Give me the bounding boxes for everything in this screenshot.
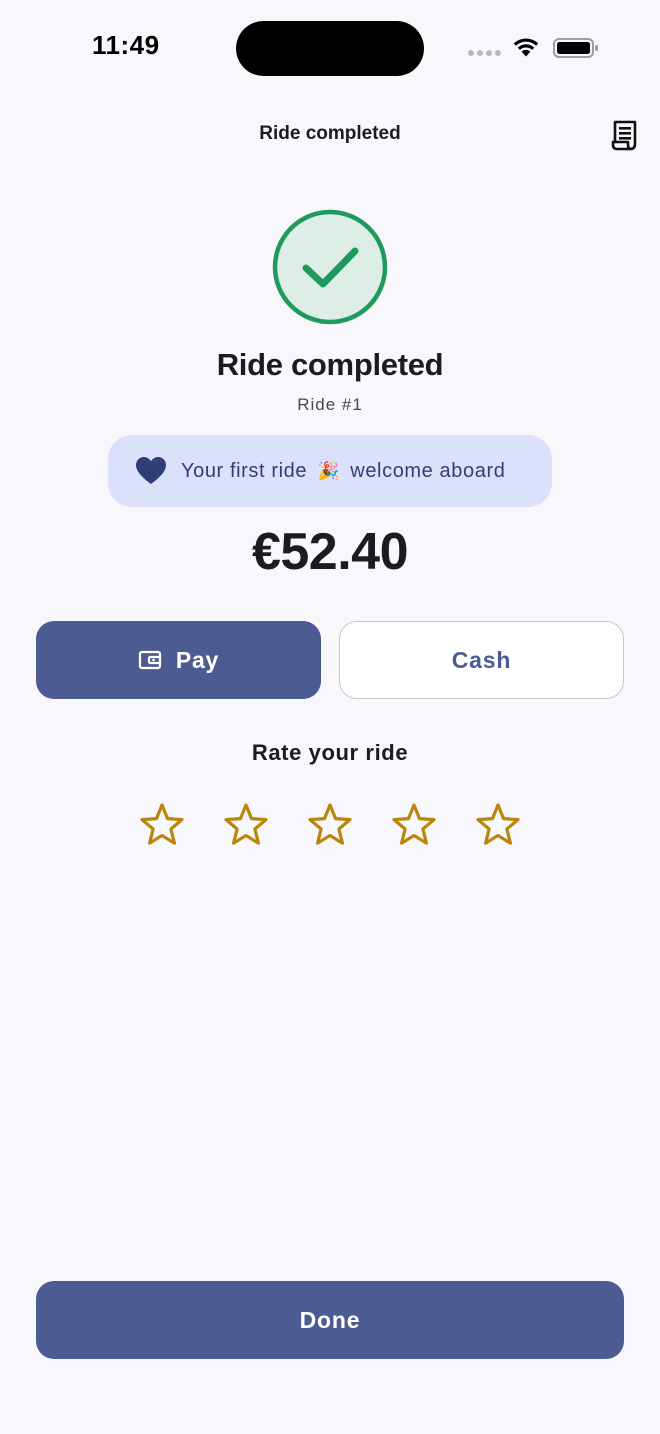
- pay-button[interactable]: Pay: [36, 621, 321, 699]
- ride-price: €52.40: [251, 523, 409, 581]
- heart-icon: [136, 457, 166, 484]
- cash-button-label: Cash: [451, 646, 512, 673]
- rate-your-ride-label: Rate your ride: [251, 740, 409, 765]
- first-ride-banner: Your first ride 🎉 welcome aboard: [108, 435, 552, 507]
- nav-title: Ride completed: [259, 123, 401, 144]
- pay-button-label: Pay: [175, 646, 220, 673]
- receipt-icon: [611, 120, 637, 151]
- receipt-button[interactable]: [606, 118, 642, 154]
- banner-text: Your first ride 🎉 welcome aboard: [181, 460, 505, 483]
- cellular-signal-icon: [468, 50, 501, 56]
- done-button[interactable]: Done: [36, 1281, 624, 1359]
- status-bar: 11:49: [0, 0, 660, 96]
- star-rating: [138, 802, 522, 848]
- star-icon-2[interactable]: [222, 802, 270, 848]
- star-icon-4[interactable]: [390, 802, 438, 848]
- wifi-icon: [513, 38, 539, 57]
- cash-button[interactable]: Cash: [339, 621, 624, 699]
- checkmark-circle-icon: [272, 209, 388, 325]
- ride-completed-title: Ride completed: [216, 347, 444, 382]
- party-popper-icon: 🎉: [317, 460, 341, 481]
- wallet-icon: [138, 650, 161, 670]
- star-icon-1[interactable]: [138, 802, 186, 848]
- done-button-label: Done: [299, 1306, 361, 1333]
- star-icon-3[interactable]: [306, 802, 354, 848]
- banner-text-main: Your first ride: [181, 459, 308, 482]
- dynamic-island: [236, 21, 424, 76]
- ride-number: Ride #1: [297, 395, 363, 414]
- status-time: 11:49: [92, 30, 160, 60]
- banner-text-welcome: welcome aboard: [350, 459, 506, 482]
- star-icon-5[interactable]: [474, 802, 522, 848]
- battery-icon: [553, 38, 598, 58]
